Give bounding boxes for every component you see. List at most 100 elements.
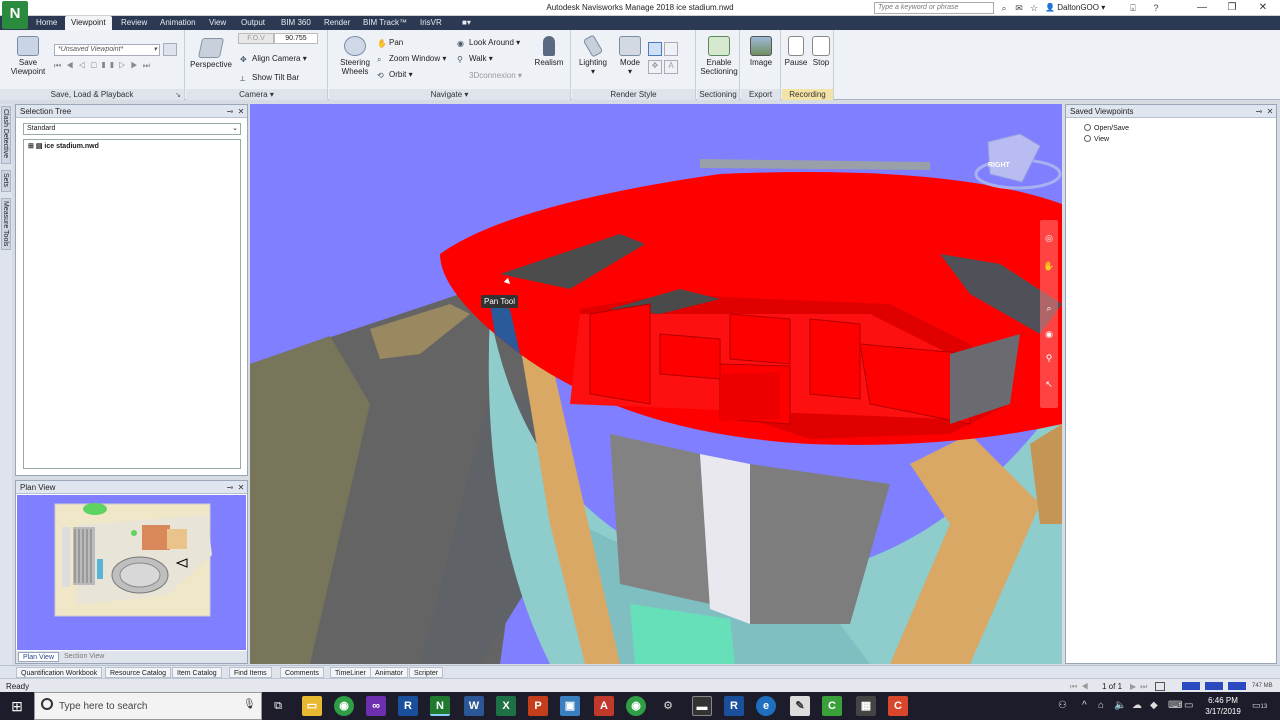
network-icon[interactable]: ⌂ <box>1098 700 1104 711</box>
pin-icon[interactable]: ⊸ <box>1254 106 1264 117</box>
revit-icon[interactable]: R <box>398 696 418 716</box>
navisworks-taskbar-icon[interactable]: N <box>430 696 450 716</box>
perspective-button[interactable]: Perspective <box>188 38 234 69</box>
notepad-icon[interactable]: ✎ <box>790 696 810 716</box>
calculator-icon[interactable]: ▦ <box>856 696 876 716</box>
edge-icon[interactable]: e <box>756 696 776 716</box>
tab-quantification-workbook[interactable]: Quantification Workbook <box>16 667 103 678</box>
enable-sectioning-button[interactable]: Enable Sectioning <box>699 36 739 76</box>
viewcube-label[interactable]: RIGHT <box>988 162 1010 169</box>
cloud-icon[interactable]: ☁ <box>1132 700 1142 711</box>
star-icon[interactable]: ☆ <box>1028 2 1040 14</box>
tab-timeliner[interactable]: TimeLiner <box>330 667 371 678</box>
lines-toggle-icon[interactable] <box>664 42 678 56</box>
settings-icon[interactable]: ⚙ <box>658 696 678 716</box>
minimize-button[interactable]: — <box>1187 0 1217 16</box>
dropbox-icon[interactable]: ◆ <box>1150 700 1158 711</box>
orbit-button[interactable]: ⟲ Orbit ▾ <box>377 70 413 80</box>
tab-bimtrack[interactable]: BIM Track™ <box>357 16 413 30</box>
taskbar-clock[interactable]: 6:46 PM 3/17/2019 <box>1198 695 1248 717</box>
lighting-button[interactable]: Lighting ▾ <box>576 34 610 76</box>
binoculars-icon[interactable]: ⌕ <box>998 2 1010 14</box>
walk-button[interactable]: ⚲ Walk ▾ <box>457 54 493 64</box>
pan-button[interactable]: ✋ Pan <box>377 38 403 48</box>
surfaces-toggle-icon[interactable] <box>648 42 662 56</box>
file-explorer-icon[interactable]: ▭ <box>302 696 322 716</box>
chrome-icon[interactable]: ◉ <box>334 696 354 716</box>
help-search-input[interactable]: Type a keyword or phrase <box>874 2 994 14</box>
show-tilt-bar-button[interactable]: ⟂ Show Tilt Bar <box>240 73 299 83</box>
sheet-nav-arrows-next[interactable]: ▶⏭ <box>1130 682 1151 692</box>
3dconnexion-button[interactable]: 3Dconnexion ▾ <box>457 70 522 80</box>
tab-bim360[interactable]: BIM 360 <box>275 16 317 30</box>
volume-icon[interactable]: 🔈 <box>1114 700 1126 711</box>
tab-section-view[interactable]: Section View <box>60 652 108 662</box>
tree-item-root[interactable]: ⊞ ▤ ice stadium.nwd <box>28 142 99 150</box>
chrome-alt-icon[interactable]: ◉ <box>626 696 646 716</box>
walk-nav-icon[interactable]: ⚲ <box>1043 352 1055 364</box>
tab-irisvr[interactable]: IrisVR <box>414 16 448 30</box>
windows-start-icon[interactable]: ⊞ <box>0 692 34 720</box>
powerpoint-icon[interactable]: P <box>528 696 548 716</box>
terminal-icon[interactable]: ▬ <box>692 696 712 716</box>
sheet-nav-arrows[interactable]: ⏮◀ <box>1070 682 1092 692</box>
word-icon[interactable]: W <box>464 696 484 716</box>
plan-view-canvas[interactable] <box>17 495 246 650</box>
tab-animation[interactable]: Animation <box>154 16 202 30</box>
tab-comments[interactable]: Comments <box>280 667 324 678</box>
playback-controls[interactable]: ⏮◀◁▢❚❚▷▶⏭ <box>54 61 164 73</box>
tab-measure-tools[interactable]: Measure Tools <box>1 198 11 250</box>
pin-icon[interactable]: ⊸ <box>225 482 235 493</box>
help-icon[interactable]: ? <box>1150 2 1162 14</box>
zoom-nav-icon[interactable]: ⌕ <box>1043 302 1055 314</box>
dialog-launcher-icon[interactable]: ↘ <box>175 91 181 99</box>
task-view-icon[interactable]: ⧉ <box>268 696 288 716</box>
stop-button[interactable]: Stop <box>809 36 833 67</box>
tab-sets[interactable]: Sets <box>1 170 11 192</box>
zoom-window-button[interactable]: ⌕ Zoom Window ▾ <box>377 54 446 64</box>
pause-button[interactable]: Pause <box>784 36 808 67</box>
tab-view[interactable]: View <box>203 16 232 30</box>
close-button[interactable]: ✕ <box>1248 0 1278 16</box>
taskbar-search-box[interactable]: Type here to search 🎙 <box>34 692 262 720</box>
microphone-icon[interactable]: 🎙 <box>243 699 256 710</box>
select-nav-icon[interactable]: ↖ <box>1043 378 1055 390</box>
image-export-button[interactable]: Image <box>743 36 779 67</box>
restore-button[interactable]: ❐ <box>1217 0 1247 16</box>
pin-icon[interactable]: ⊸ <box>225 106 235 117</box>
viewpoint-settings-icon[interactable] <box>163 43 177 56</box>
user-account[interactable]: 👤 DaltonGOO ▾ <box>1045 3 1105 12</box>
panel-close-icon[interactable]: ✕ <box>1265 106 1275 117</box>
tab-render[interactable]: Render <box>318 16 356 30</box>
photos-icon[interactable]: ▣ <box>560 696 580 716</box>
tab-home[interactable]: Home <box>30 16 63 30</box>
steering-wheel-nav-icon[interactable]: ◎ <box>1043 232 1055 244</box>
tab-clash-detective[interactable]: Clash Detective <box>1 106 11 164</box>
keyboard-icon[interactable]: ⌨ <box>1168 700 1182 711</box>
steering-wheels-button[interactable]: Steering Wheels <box>333 36 377 76</box>
people-icon[interactable]: ⚇ <box>1058 700 1067 711</box>
camtasia-icon[interactable]: C <box>822 696 842 716</box>
tab-resource-catalog[interactable]: Resource Catalog <box>105 667 172 678</box>
panel-close-icon[interactable]: ✕ <box>236 106 246 117</box>
text-toggle-icon[interactable]: A <box>664 60 678 74</box>
look-around-button[interactable]: ◉ Look Around ▾ <box>457 38 520 48</box>
selection-tree-dropdown[interactable]: Standard ⌄ <box>23 123 241 135</box>
3d-viewport[interactable]: RIGHT <box>250 104 1062 664</box>
notification-center-icon[interactable]: ▭13 <box>1252 700 1267 711</box>
orbit-nav-icon[interactable]: ◉ <box>1043 328 1055 340</box>
mode-button[interactable]: Mode ▾ <box>614 36 646 76</box>
tab-review[interactable]: Review <box>115 16 153 30</box>
panel-close-icon[interactable]: ✕ <box>236 482 246 493</box>
camera-icon[interactable]: ■▾ <box>456 16 477 30</box>
viewpoint-dropdown[interactable]: *Unsaved Viewpoint* ▾ <box>54 44 160 56</box>
subscription-icon[interactable]: ✉ <box>1013 2 1025 14</box>
visual-studio-icon[interactable]: ∞ <box>366 696 386 716</box>
group-label-camera[interactable]: Camera ▾ <box>186 89 327 100</box>
tab-find-items[interactable]: Find Items <box>229 667 272 678</box>
save-viewpoint-button[interactable]: Save Viewpoint <box>6 36 50 76</box>
expand-plus-icon[interactable]: ⊞ <box>28 143 34 150</box>
saved-viewpoint-item[interactable]: View <box>1084 135 1109 143</box>
acrobat-icon[interactable]: A <box>594 696 614 716</box>
tab-output[interactable]: Output <box>235 16 271 30</box>
